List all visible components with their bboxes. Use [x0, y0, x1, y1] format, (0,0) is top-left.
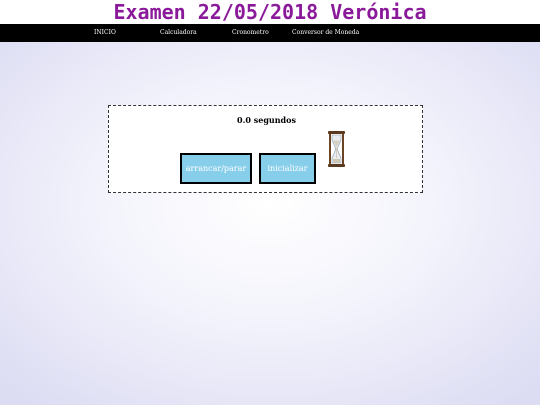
hourglass-icon	[328, 131, 345, 167]
nav-item-inicio[interactable]: INICIO	[94, 24, 116, 42]
stopwatch-panel: 0.0 segundos arrancar/parar inicializar	[108, 105, 423, 193]
nav-item-cronometro[interactable]: Cronometro	[232, 24, 269, 42]
top-nav: INICIO Calculadora Cronometro Conversor …	[0, 24, 540, 42]
timer-display: 0.0 segundos	[237, 115, 296, 125]
reset-button[interactable]: inicializar	[259, 153, 316, 184]
nav-item-conversor-de-moneda[interactable]: Conversor de Moneda	[292, 24, 359, 42]
start-stop-button[interactable]: arrancar/parar	[180, 153, 252, 184]
nav-item-calculadora[interactable]: Calculadora	[160, 24, 197, 42]
page-title: Examen 22/05/2018 Verónica	[0, 0, 540, 24]
